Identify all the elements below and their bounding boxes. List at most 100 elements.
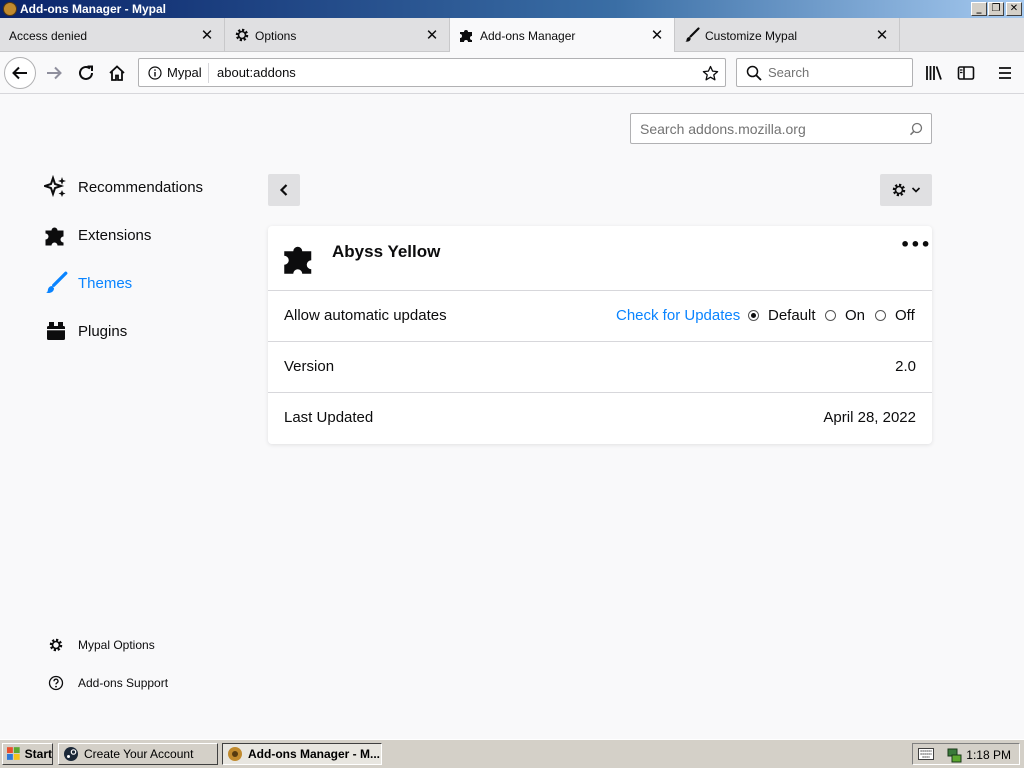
gear-icon [46,635,66,655]
steam-icon [64,747,78,761]
tab-access-denied[interactable]: Access denied ✕ [0,18,225,52]
puzzle-icon [44,223,68,247]
tab-close-icon[interactable]: ✕ [874,26,890,44]
search-placeholder: Search [768,65,810,80]
mypal-app-icon [228,747,242,761]
chevron-down-icon [911,187,921,193]
automatic-updates-row: Allow automatic updates Check for Update… [268,291,932,342]
tab-strip: Access denied ✕ Options ✕ Add-ons Manage… [0,18,1024,53]
amo-search-input[interactable]: Search addons.mozilla.org [630,113,932,144]
category-plugins[interactable]: Plugins [44,317,127,345]
forward-arrow-icon [47,66,62,80]
url-bar[interactable]: Mypal about:addons [138,58,726,87]
tab-options[interactable]: Options ✕ [225,18,450,52]
windows-logo-icon [7,747,20,760]
taskbar-item-label: Add-ons Manager - M... [248,747,380,761]
amo-search-placeholder: Search addons.mozilla.org [640,121,806,137]
version-row: Version 2.0 [268,342,932,393]
radio-label: On [845,307,866,324]
automatic-updates-label: Allow automatic updates [284,307,447,324]
update-radio-on[interactable]: On [825,307,865,324]
taskbar-item-create-account[interactable]: Create Your Account [58,743,218,765]
tab-label: Customize Mypal [705,29,798,43]
close-window-button[interactable]: ✕ [1006,2,1022,16]
category-themes[interactable]: Themes [44,269,132,297]
radio-dot[interactable] [748,310,759,321]
paintbrush-icon [685,27,700,42]
start-label: Start [24,747,52,761]
addons-manager-page: Search addons.mozilla.org Recommendation… [0,95,1024,739]
mypal-options-link[interactable]: Mypal Options [46,635,155,655]
back-button[interactable] [4,57,36,89]
radio-label: Off [895,307,915,324]
category-label: Extensions [78,226,152,244]
category-label: Plugins [78,322,128,340]
start-button[interactable]: Start [2,743,53,765]
paintbrush-icon [44,271,68,295]
sparkles-icon [44,175,68,199]
plugin-icon [44,319,68,343]
network-icon[interactable] [946,747,962,763]
tab-customize-mypal[interactable]: Customize Mypal ✕ [675,18,900,52]
update-radio-default[interactable]: Default [748,307,816,324]
forward-button[interactable] [38,57,70,89]
app-menu-button[interactable] [989,57,1021,89]
back-to-list-button[interactable] [268,174,300,206]
radio-dot[interactable] [825,310,836,321]
category-label: Recommendations [78,178,204,196]
system-tray: 1:18 PM [912,743,1020,765]
navigation-toolbar: Mypal about:addons Search [0,52,1024,94]
library-button[interactable] [918,57,950,89]
help-icon [46,673,66,693]
url-text[interactable]: about:addons [217,65,296,80]
tab-label: Options [255,29,297,43]
star-bookmark-icon[interactable] [702,65,719,82]
tools-menu-button[interactable] [880,174,932,206]
sidebar-icon [957,66,975,80]
tab-close-icon[interactable]: ✕ [424,26,440,44]
taskbar: Start Create Your Account Add-ons Manage… [0,739,1024,768]
reload-icon [79,65,93,80]
reload-button[interactable] [70,57,102,89]
home-button[interactable] [101,57,133,89]
check-for-updates-link[interactable]: Check for Updates [616,307,740,324]
info-icon[interactable] [148,66,162,80]
hamburger-menu-icon [999,67,1011,79]
radio-label: Default [768,307,816,324]
addons-support-link[interactable]: Add-ons Support [46,673,168,693]
category-recommendations[interactable]: Recommendations [44,173,203,201]
addon-detail-card: Abyss Yellow ••• Allow automatic updates… [268,226,932,444]
puzzle-icon [460,30,472,42]
title-bar: Add-ons Manager - Mypal _ ❐ ✕ [0,0,1024,18]
gear-icon [235,28,249,42]
sidebar-button[interactable] [950,57,982,89]
back-arrow-icon [12,66,27,80]
more-options-button[interactable]: ••• [900,236,931,260]
footer-link-label: Add-ons Support [78,676,169,690]
tab-close-icon[interactable]: ✕ [649,26,665,44]
category-extensions[interactable]: Extensions [44,221,151,249]
search-bar[interactable]: Search [736,58,913,87]
addon-name: Abyss Yellow [332,242,441,261]
taskbar-item-label: Create Your Account [84,747,194,761]
urlbar-separator [208,63,209,83]
home-icon [109,65,125,81]
taskbar-item-addons-manager[interactable]: Add-ons Manager - M... [222,743,382,765]
search-icon [909,122,923,136]
tab-addons-manager[interactable]: Add-ons Manager ✕ [450,18,675,53]
footer-link-label: Mypal Options [78,638,155,652]
tab-close-icon[interactable]: ✕ [199,26,215,44]
identity-label[interactable]: Mypal [167,65,202,80]
chevron-left-icon [279,184,288,196]
tab-label: Add-ons Manager [480,29,576,43]
addon-card-header: Abyss Yellow ••• [268,226,932,291]
category-label: Themes [78,274,133,292]
radio-dot[interactable] [875,310,886,321]
last-updated-value: April 28, 2022 [823,409,916,426]
clock[interactable]: 1:18 PM [966,748,1011,762]
mypal-app-icon [3,2,17,16]
update-radio-off[interactable]: Off [875,307,915,324]
maximize-button[interactable]: ❐ [988,2,1004,16]
window-title: Add-ons Manager - Mypal [20,2,167,16]
minimize-button[interactable]: _ [971,2,987,16]
